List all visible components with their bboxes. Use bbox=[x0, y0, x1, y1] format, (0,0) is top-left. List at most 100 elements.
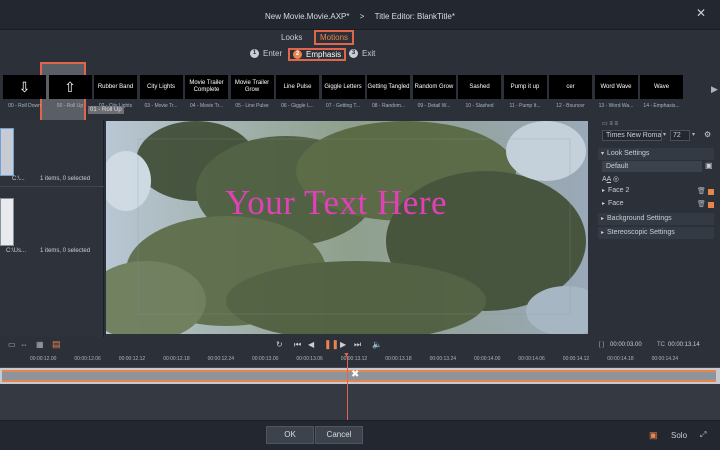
go-to-start-icon[interactable]: ⏮ bbox=[294, 340, 301, 350]
motion-thumbnail[interactable]: Getting Tangled 08 - Random... bbox=[367, 75, 410, 113]
ruler-tick-label: 00:00:12.18 bbox=[163, 356, 190, 362]
ruler-tick-label: 00:00:13.00 bbox=[252, 356, 279, 362]
settings-panel: ▭ ≡ ≡ Times New Roman ▾ 72 ▾ ⚙ ▾ Look Set… bbox=[598, 120, 720, 337]
markers-icon[interactable]: ▤ bbox=[52, 339, 61, 350]
layer-color-swatch[interactable] bbox=[708, 202, 714, 208]
solo-label[interactable]: Solo bbox=[671, 431, 687, 440]
editor-name: Title Editor: BlankTitle* bbox=[374, 12, 455, 21]
step-forward-icon[interactable]: ▶ bbox=[340, 340, 346, 349]
subtab-emphasis[interactable]: 2 Emphasis bbox=[288, 48, 347, 61]
ruler-tick-label: 00:00:14.00 bbox=[474, 356, 501, 362]
size-dropdown-icon[interactable]: ▾ bbox=[692, 131, 695, 138]
motion-thumbnail[interactable]: ⇩ 00 - Roll Down bbox=[3, 75, 46, 113]
thumbnail-preview: City Lights bbox=[139, 75, 183, 99]
snap-icon[interactable]: ▦ bbox=[36, 340, 44, 349]
ok-button[interactable]: OK bbox=[266, 426, 314, 444]
save-look-icon[interactable]: ▣ bbox=[705, 161, 713, 170]
background-settings-header[interactable]: ▸ Background Settings bbox=[598, 213, 714, 225]
playhead-handle-icon[interactable]: ▼ bbox=[343, 352, 350, 359]
motion-thumbnail[interactable]: Giggle Letters 07 - Getting T... bbox=[321, 75, 365, 113]
loop-icon[interactable]: ↻ bbox=[276, 340, 283, 349]
title-preview[interactable]: Your Text Here bbox=[106, 121, 588, 334]
exit-label: Exit bbox=[362, 49, 376, 58]
timeline-tools-icon[interactable]: ▭ bbox=[8, 340, 16, 349]
thumbnail-caption: 09 - Detail W... bbox=[417, 103, 451, 109]
in-point-icon: [ ] bbox=[599, 342, 605, 348]
main-tabs: Looks Motions bbox=[0, 30, 720, 47]
media-info-1: 1 items, 0 selected bbox=[40, 176, 91, 182]
emphasis-number: 2 bbox=[293, 50, 302, 59]
cancel-button[interactable]: Cancel bbox=[315, 426, 363, 444]
timeline-area[interactable] bbox=[0, 384, 720, 420]
ruler-tick-label: 00:00:14.18 bbox=[607, 356, 634, 362]
enter-number: 1 bbox=[250, 49, 259, 58]
exit-number: 3 bbox=[349, 49, 358, 58]
delete-layer-icon[interactable]: 🗑 bbox=[697, 187, 706, 195]
thumbnail-caption: 05 - Line Pulse bbox=[235, 103, 269, 109]
motion-thumbnail[interactable]: ⇧ 00 - Roll Up bbox=[48, 75, 92, 113]
tab-motions[interactable]: Motions bbox=[314, 30, 355, 45]
thumbnail-preview: Random Grow bbox=[412, 75, 456, 99]
close-icon[interactable]: ✕ bbox=[696, 6, 706, 20]
expand-caret-icon: ▸ bbox=[601, 230, 605, 236]
solo-icon[interactable]: ▣ bbox=[649, 430, 658, 441]
face2-label: Face 2 bbox=[608, 187, 630, 194]
step-back-icon[interactable]: ◀ bbox=[308, 340, 314, 349]
tab-looks[interactable]: Looks bbox=[277, 32, 306, 43]
media-panel: C:\... 1 items, 0 selected C:\Us... 1 it… bbox=[0, 120, 104, 450]
motion-thumbnail[interactable]: Sashed 10 - Slashed bbox=[458, 75, 501, 113]
thumbnail-preview: Movie Trailer Complete bbox=[185, 75, 228, 99]
motion-thumbnail[interactable]: Wave 14 - Emphasis... bbox=[640, 75, 683, 113]
volume-icon[interactable]: 🔈 bbox=[372, 340, 382, 349]
layer-color-swatch[interactable] bbox=[708, 189, 714, 195]
subtab-exit[interactable]: 3 Exit bbox=[349, 49, 375, 58]
font-dropdown-icon[interactable]: ▾ bbox=[663, 131, 666, 138]
motion-thumbnail[interactable]: Pump it up 11 - Pump It... bbox=[503, 75, 547, 113]
title-text[interactable]: Your Text Here bbox=[225, 183, 447, 223]
duration-timecode[interactable]: 00:00:03.00 bbox=[610, 342, 642, 348]
thumbnail-preview: Rubber Band bbox=[94, 75, 137, 99]
pause-icon[interactable]: ❚❚ bbox=[324, 339, 339, 350]
media-thumbnail-2[interactable] bbox=[0, 198, 14, 246]
ruler-tick-label: 00:00:12.24 bbox=[207, 356, 235, 362]
settings-gear-icon[interactable]: ⚙ bbox=[704, 130, 711, 139]
stereoscopic-settings-header[interactable]: ▸ Stereoscopic Settings bbox=[598, 227, 714, 239]
collapse-caret-icon: ▾ bbox=[601, 151, 605, 157]
link-icon[interactable]: ⇔ bbox=[20, 340, 28, 349]
delete-layer-icon[interactable]: 🗑 bbox=[697, 200, 706, 208]
font-select[interactable]: Times New Roman bbox=[602, 130, 662, 141]
text-style-icons[interactable]: AA ◎ bbox=[602, 175, 619, 183]
motion-thumbnail[interactable]: Word Wave 13 - Word Wa... bbox=[594, 75, 638, 113]
fullscreen-icon[interactable]: ⤢ bbox=[700, 430, 706, 440]
transport-bar: ▭ ⇔ ▦ ▤ ↻ ⏮ ◀ ❚❚ ▶ ⏭ 🔈 [ ] 00:00:03.00 T… bbox=[0, 338, 720, 354]
current-timecode[interactable]: 00:00:13.14 bbox=[668, 342, 700, 348]
media-name-1: C:\... bbox=[12, 176, 25, 182]
timeline-ruler[interactable]: 00:00:12.00 00:00:12.06 00:00:12.12 00:00:1… bbox=[0, 353, 720, 368]
align-icons[interactable]: ▭ ≡ ≡ bbox=[602, 120, 618, 127]
media-thumbnail-1[interactable] bbox=[0, 128, 14, 176]
look-preset-field[interactable]: Default bbox=[602, 161, 702, 172]
strip-scroll-right-icon[interactable]: ▶ bbox=[711, 84, 718, 95]
title-track[interactable]: ✖ bbox=[0, 368, 720, 384]
tc-label: TC bbox=[657, 342, 665, 348]
motion-thumbnail[interactable]: Movie Trailer Complete 04 - Movie Tr... bbox=[185, 75, 228, 113]
title-separator: > bbox=[359, 12, 365, 21]
window-title: New Movie.Movie.AXP* > Title Editor: Bla… bbox=[0, 12, 720, 21]
divider bbox=[0, 186, 104, 187]
font-size-select[interactable]: 72 bbox=[670, 130, 690, 141]
title-bar: New Movie.Movie.AXP* > Title Editor: Bla… bbox=[0, 0, 720, 30]
go-to-end-icon[interactable]: ⏭ bbox=[354, 340, 361, 350]
motion-thumbnail[interactable]: Line Pulse 06 - Giggle L... bbox=[276, 75, 319, 113]
playhead[interactable] bbox=[347, 356, 348, 420]
subtab-enter[interactable]: 1 Enter bbox=[250, 49, 282, 58]
look-settings-header[interactable]: ▾ Look Settings bbox=[598, 148, 714, 160]
thumbnail-caption: 08 - Random... bbox=[371, 103, 406, 109]
ruler-tick-label: 00:00:13.24 bbox=[429, 356, 457, 362]
thumbnail-preview: Line Pulse bbox=[276, 75, 319, 99]
thumbnail-preview: Getting Tangled bbox=[367, 75, 410, 99]
keyframe-marker-icon[interactable]: ✖ bbox=[351, 369, 359, 380]
motion-thumbnail[interactable]: Movie Trailer Grow 05 - Line Pulse bbox=[230, 75, 274, 113]
motion-thumbnail[interactable]: cer 12 - Bouncer bbox=[549, 75, 592, 113]
motion-thumbnail[interactable]: Random Grow 09 - Detail W... bbox=[412, 75, 456, 113]
motion-thumbnail[interactable]: City Lights 03 - Movie Tr... bbox=[139, 75, 183, 113]
